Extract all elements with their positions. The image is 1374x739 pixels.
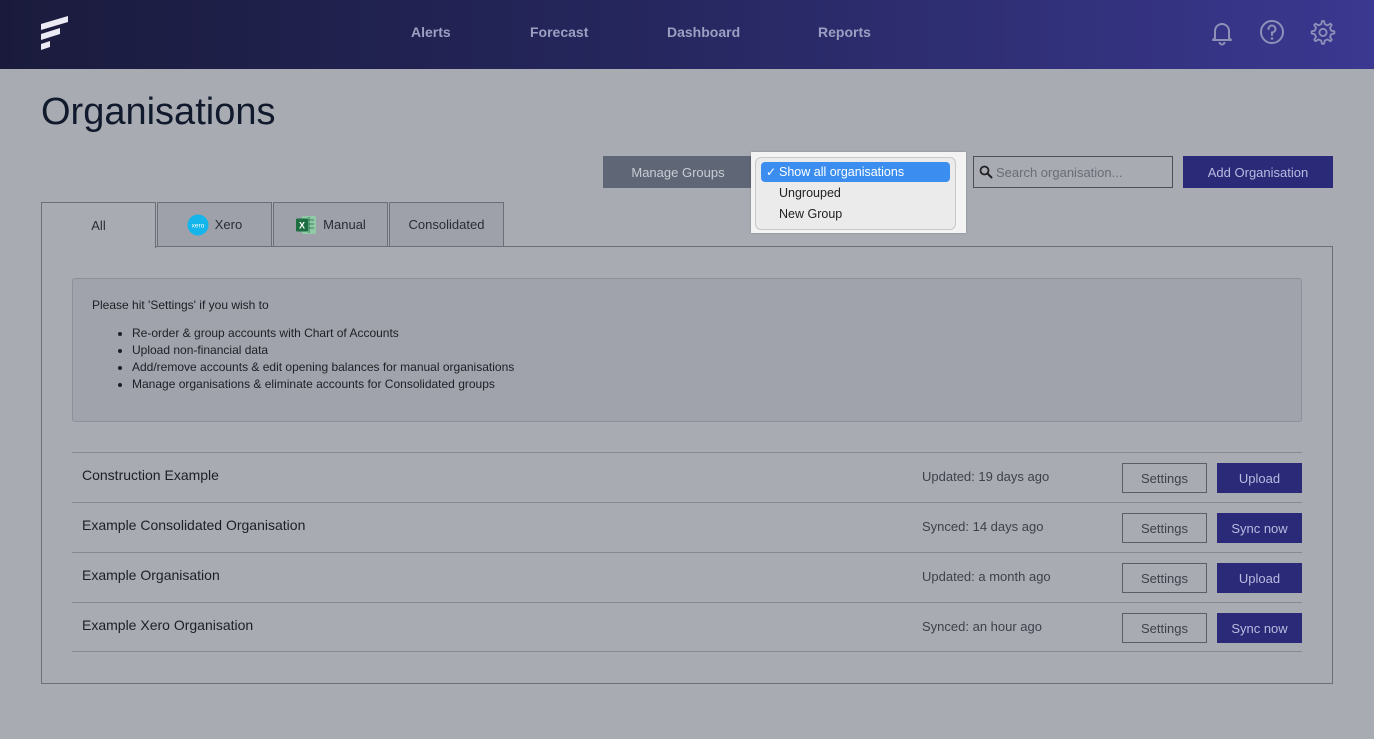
organisation-name: Construction Example bbox=[82, 467, 219, 483]
help-icon[interactable] bbox=[1258, 18, 1286, 46]
sync-now-button[interactable]: Sync now bbox=[1217, 513, 1302, 543]
organisation-name: Example Consolidated Organisation bbox=[82, 517, 306, 533]
info-bullet: Add/remove accounts & edit opening balan… bbox=[132, 359, 514, 376]
option-label: Show all organisations bbox=[779, 165, 905, 179]
nav-dashboard[interactable]: Dashboard bbox=[667, 24, 740, 40]
organisation-row: Example Consolidated Organisation Synced… bbox=[72, 502, 1302, 552]
organisation-status: Synced: an hour ago bbox=[922, 619, 1042, 634]
tab-label: Consolidated bbox=[408, 217, 485, 232]
tab-label: Xero bbox=[214, 217, 243, 232]
search-box bbox=[973, 156, 1173, 188]
sync-now-button[interactable]: Sync now bbox=[1217, 613, 1302, 643]
tab-label: All bbox=[91, 218, 106, 233]
tab-manual[interactable]: X Manual bbox=[273, 202, 388, 246]
organisation-row: Construction Example Updated: 19 days ag… bbox=[72, 452, 1302, 502]
info-bullet: Upload non-financial data bbox=[132, 342, 514, 359]
organisation-name: Example Organisation bbox=[82, 567, 220, 583]
info-list: Re-order & group accounts with Chart of … bbox=[132, 325, 514, 393]
excel-icon-text: X bbox=[299, 220, 305, 230]
manage-groups-button[interactable]: Manage Groups bbox=[603, 156, 753, 188]
upload-button[interactable]: Upload bbox=[1217, 463, 1302, 493]
organisation-status: Updated: 19 days ago bbox=[922, 469, 1050, 484]
settings-button[interactable]: Settings bbox=[1122, 513, 1207, 543]
tab-xero[interactable]: xero Xero bbox=[157, 202, 272, 246]
excel-icon: X bbox=[295, 214, 317, 236]
info-bullet: Manage organisations & eliminate account… bbox=[132, 376, 514, 393]
settings-button[interactable]: Settings bbox=[1122, 463, 1207, 493]
organisation-status: Updated: a month ago bbox=[922, 569, 1051, 584]
xero-icon-text: xero bbox=[191, 222, 204, 229]
settings-button[interactable]: Settings bbox=[1122, 563, 1207, 593]
info-intro: Please hit 'Settings' if you wish to bbox=[92, 298, 269, 312]
checkmark-icon: ✓ bbox=[766, 165, 777, 179]
xero-icon: xero bbox=[187, 214, 209, 236]
tab-label: Manual bbox=[323, 217, 366, 232]
app-logo[interactable] bbox=[38, 14, 72, 52]
settings-button[interactable]: Settings bbox=[1122, 613, 1207, 643]
info-bullet: Re-order & group accounts with Chart of … bbox=[132, 325, 514, 342]
upload-button[interactable]: Upload bbox=[1217, 563, 1302, 593]
nav-alerts[interactable]: Alerts bbox=[411, 24, 451, 40]
organisation-name: Example Xero Organisation bbox=[82, 617, 254, 633]
organisation-status: Synced: 14 days ago bbox=[922, 519, 1044, 534]
top-navbar: Alerts Forecast Dashboard Reports bbox=[0, 0, 1374, 69]
group-select-menu: ✓ Show all organisations Ungrouped New G… bbox=[755, 157, 956, 230]
add-organisation-button[interactable]: Add Organisation bbox=[1183, 156, 1333, 188]
option-label: Ungrouped bbox=[779, 186, 841, 200]
organisation-row: Example Organisation Updated: a month ag… bbox=[72, 552, 1302, 602]
option-new-group[interactable]: New Group bbox=[761, 204, 950, 224]
gear-icon[interactable] bbox=[1308, 18, 1336, 46]
nav-reports[interactable]: Reports bbox=[818, 24, 871, 40]
option-ungrouped[interactable]: Ungrouped bbox=[761, 183, 950, 203]
option-show-all-organisations[interactable]: ✓ Show all organisations bbox=[761, 162, 950, 182]
option-label: New Group bbox=[779, 207, 843, 221]
bell-icon[interactable] bbox=[1208, 18, 1236, 46]
search-icon bbox=[979, 165, 993, 179]
search-input[interactable] bbox=[996, 163, 1168, 181]
organisation-row: Example Xero Organisation Synced: an hou… bbox=[72, 602, 1302, 652]
tab-consolidated[interactable]: Consolidated bbox=[389, 202, 504, 246]
tab-all[interactable]: All bbox=[41, 202, 156, 248]
page-title: Organisations bbox=[41, 91, 276, 133]
settings-info-box: Please hit 'Settings' if you wish to Re-… bbox=[72, 278, 1302, 422]
nav-forecast[interactable]: Forecast bbox=[530, 24, 588, 40]
